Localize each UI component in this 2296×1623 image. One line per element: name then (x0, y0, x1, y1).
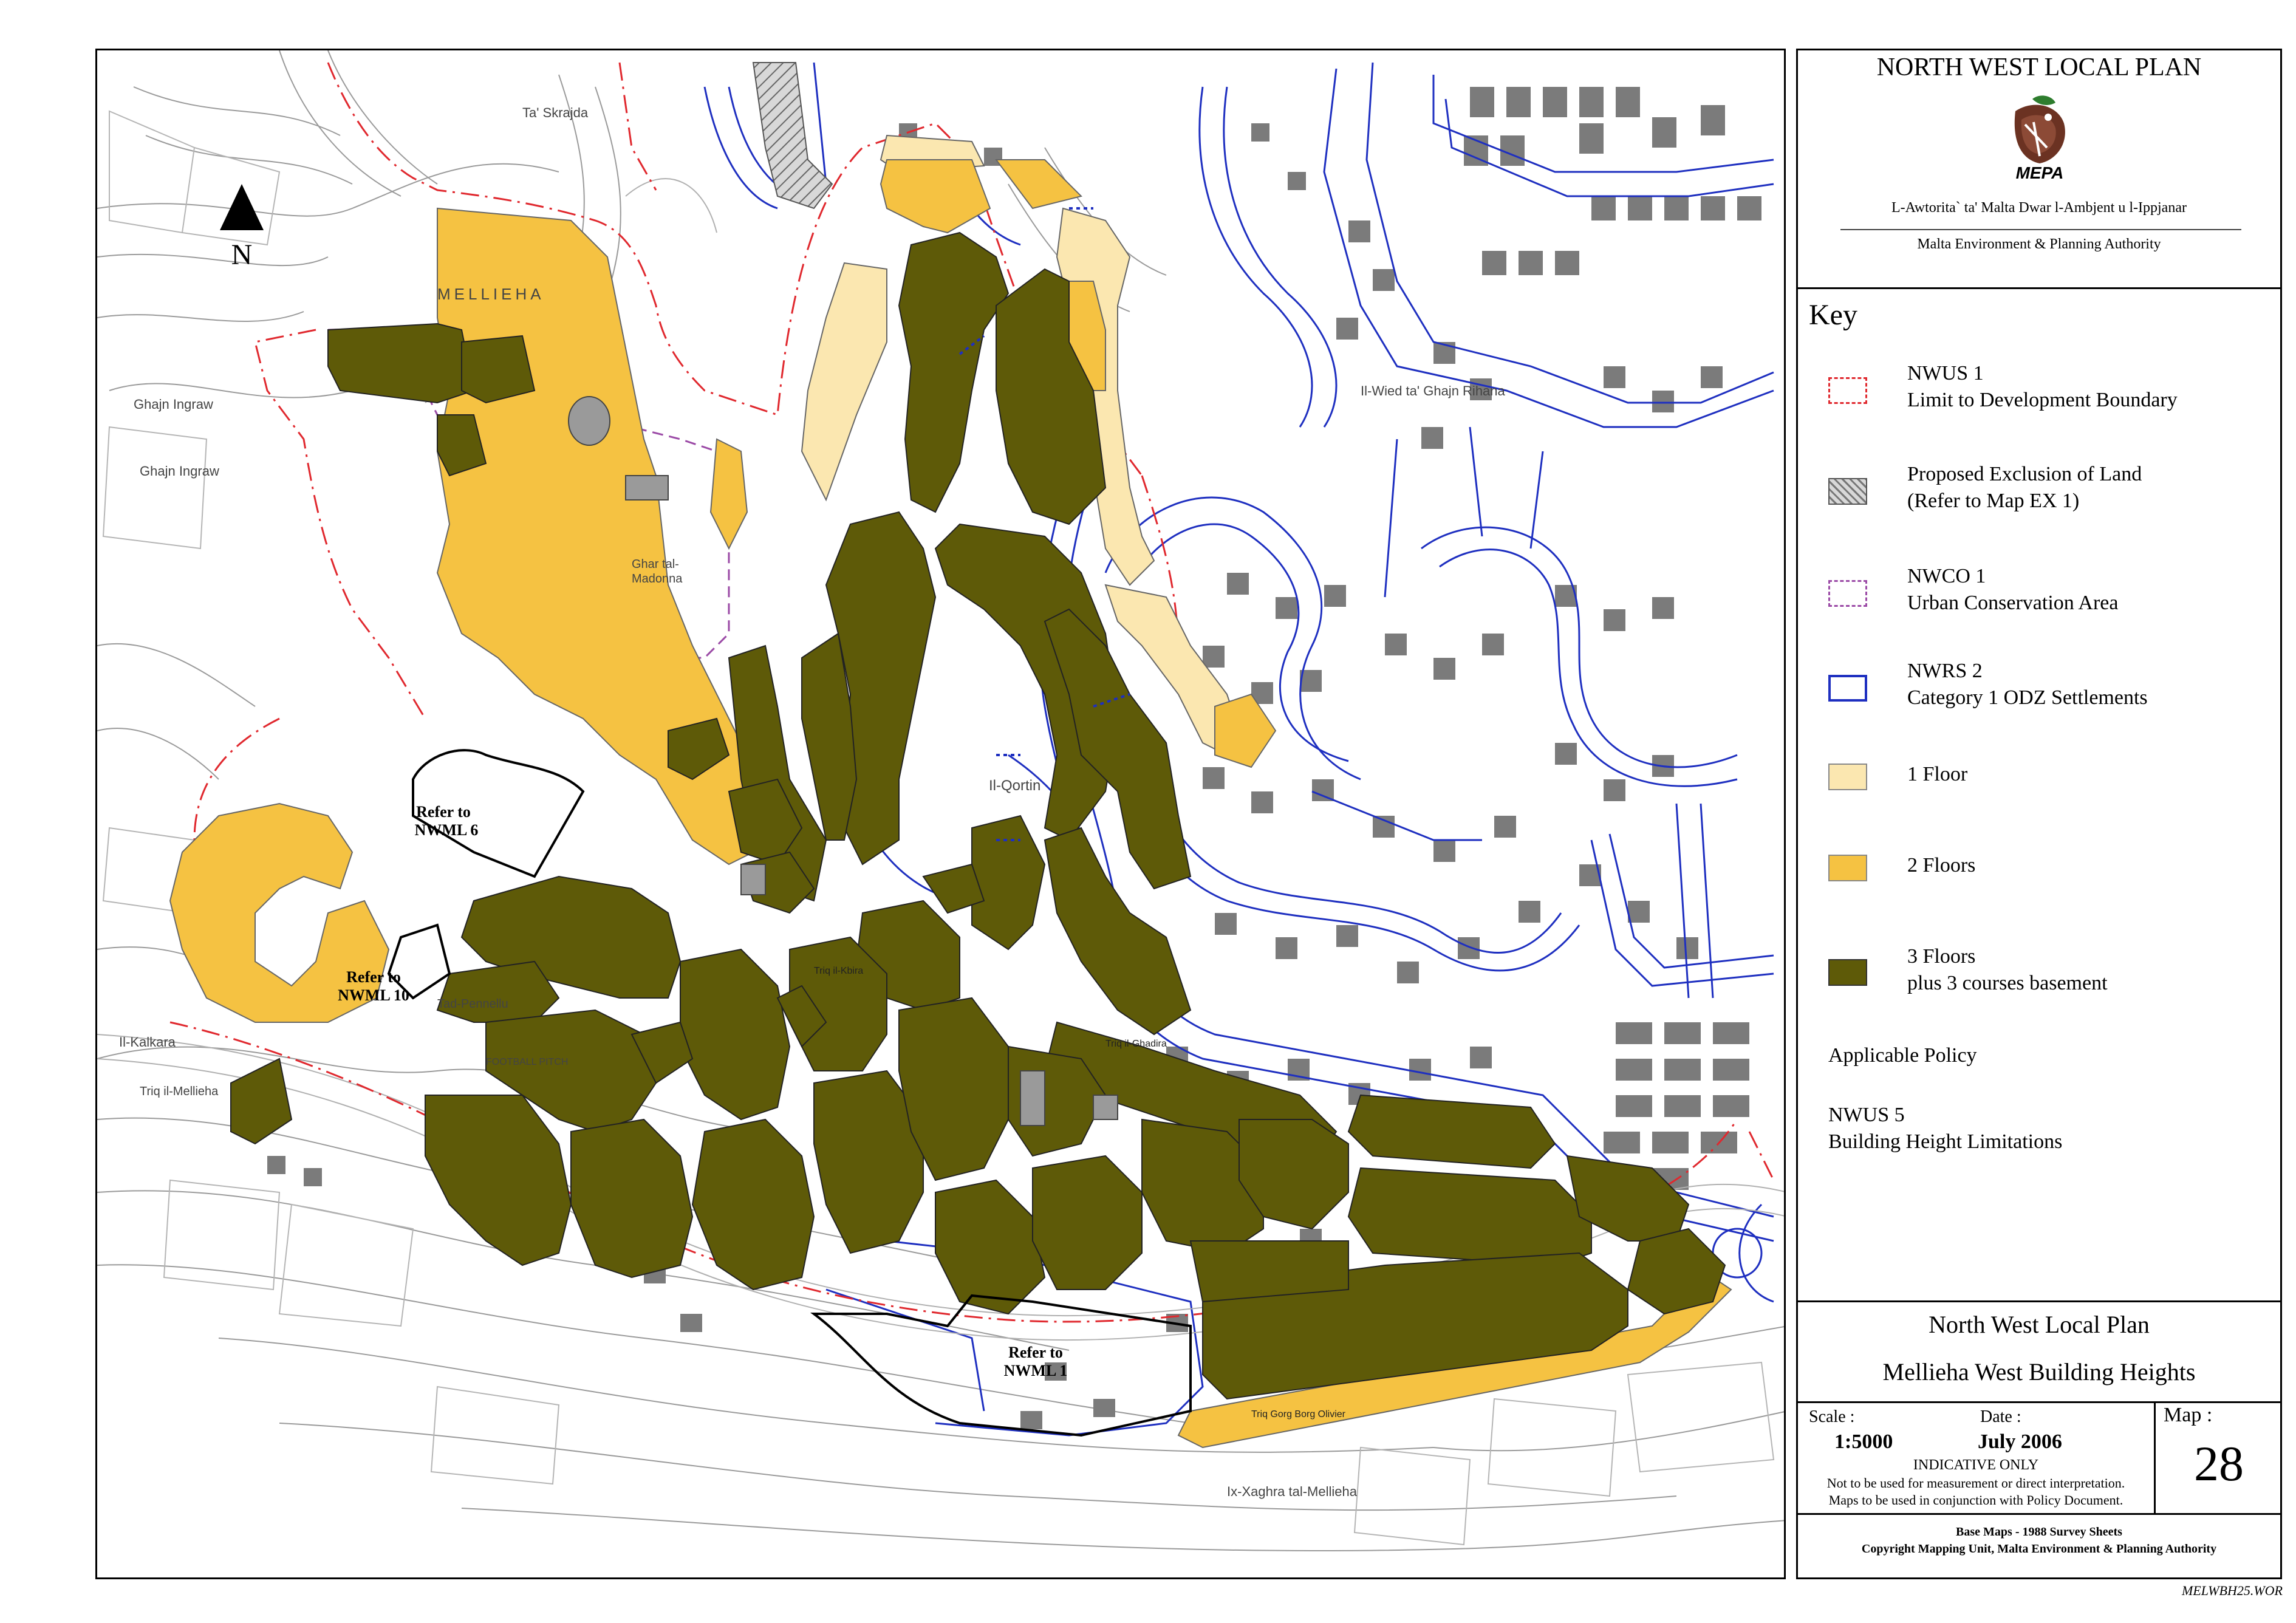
credits-line-1: Base Maps - 1988 Survey Sheets (1956, 1525, 2122, 1539)
key-label-nwco1: Urban Conservation Area (1907, 592, 2119, 614)
header-divider (1798, 287, 2280, 289)
refer-nwml-10-line2: NWML 10 (338, 986, 409, 1004)
indicative-only: INDICATIVE ONLY (1913, 1457, 2039, 1473)
key-code-nwus1: NWUS 1 (1907, 362, 1984, 384)
authority-english: Malta Environment & Planning Authority (1917, 236, 2161, 252)
label-mellieha: MELLIEHA (437, 285, 545, 303)
label-ghajn-ingraw-1: Ghajn Ingraw (134, 397, 213, 412)
label-ghar-madonna-2: Madonna (632, 572, 683, 586)
date-label: Date : (1980, 1407, 2021, 1426)
label-ghar-madonna-1: Ghar tal- (632, 558, 679, 571)
label-ghajn-ingraw-2: Ghajn Ingraw (140, 463, 219, 479)
map-number: 28 (2194, 1436, 2244, 1491)
usage-note-1: Not to be used for measurement or direct… (1826, 1475, 2125, 1491)
plan-subtitle: Mellieha West Building Heights (1882, 1358, 2196, 1386)
map-canvas: N MELLIEHA Ghar tal- Madonna Il-Qortin T… (97, 50, 1784, 1552)
label-triq-ghadira: Triq il-Ghadira (1105, 1039, 1167, 1049)
file-code: MELWBH25.WOR (2182, 1583, 2283, 1598)
label-triq-kbira: Triq il-Kbira (814, 966, 863, 976)
key-label-nwrs2: Category 1 ODZ Settlements (1907, 686, 2148, 709)
policy-heading: Applicable Policy (1828, 1044, 1977, 1067)
north-label: N (231, 239, 253, 271)
north-arrow (220, 184, 264, 230)
key-code-nwco1: NWCO 1 (1907, 565, 1986, 587)
label-ta-skrajda: Ta' Skrajda (522, 105, 589, 120)
key-code-three-floors: 3 Floors (1907, 945, 1976, 968)
header-separator (1840, 229, 2241, 230)
key-code-exclusion: Proposed Exclusion of Land (1907, 463, 2142, 485)
authority-maltese: L-Awtorita` ta' Malta Dwar l-Ambjent u l… (1891, 200, 2187, 216)
refer-nwml-1-line1: Refer to (1008, 1344, 1063, 1361)
credits-divider (1798, 1513, 2280, 1515)
label-ix-xaghra: Ix-Xaghra tal-Mellieha (1227, 1484, 1358, 1499)
date-value: July 2006 (1978, 1430, 2062, 1453)
plan-title: North West Local Plan (1929, 1311, 2150, 1338)
key-swatch-three-floors (1828, 959, 1867, 986)
credits-line-2: Copyright Mapping Unit, Malta Environmen… (1861, 1542, 2217, 1556)
key-swatch-conservation-area (1828, 580, 1867, 607)
scale-label: Scale : (1809, 1407, 1855, 1426)
label-ghajn-rihana: Il-Wied ta' Ghajn Rihana (1361, 383, 1506, 398)
key-swatch-exclusion-land (1828, 478, 1867, 505)
mepa-logo: MEPA (1997, 93, 2082, 190)
key-code-one-floor: 1 Floor (1907, 763, 1968, 785)
key-code-nwrs2: NWRS 2 (1907, 660, 1983, 682)
key-swatch-development-boundary (1828, 377, 1867, 404)
key-heading: Key (1809, 299, 1857, 331)
mepa-logo-text: MEPA (2015, 163, 2064, 182)
label-il-kalkara: Il-Kalkara (119, 1034, 176, 1050)
key-label-three-floors: plus 3 courses basement (1907, 972, 2108, 994)
policy-label: Building Height Limitations (1828, 1130, 2063, 1153)
plan-title-divider (1798, 1300, 2280, 1302)
key-label-nwus1: Limit to Development Boundary (1907, 389, 2178, 411)
refer-nwml-1-line2: NWML 1 (1004, 1362, 1068, 1379)
refer-nwml-6-line1: Refer to (416, 803, 471, 821)
key-swatch-one-floor (1828, 764, 1867, 790)
map-label: Map : (2164, 1404, 2213, 1426)
plan-header-title: NORTH WEST LOCAL PLAN (1876, 53, 2202, 81)
refer-nwml-6-line2: NWML 6 (415, 821, 479, 839)
policy-code: NWUS 5 (1828, 1104, 1905, 1126)
key-label-exclusion: (Refer to Map EX 1) (1907, 490, 2080, 512)
label-il-qortin: Il-Qortin (989, 777, 1040, 794)
usage-note-2: Maps to be used in conjunction with Poli… (1828, 1492, 2123, 1508)
key-swatch-odz-settlements (1828, 675, 1867, 702)
legend-panel: NORTH WEST LOCAL PLAN MEPA L-Awtorita` t… (1796, 49, 2282, 1579)
key-swatch-two-floors (1828, 855, 1867, 881)
label-triq-mellieha: Triq il-Mellieha (140, 1085, 219, 1098)
label-triq-gorg: Triq Gorg Borg Olivier (1251, 1409, 1346, 1420)
scale-value: 1:5000 (1834, 1430, 1893, 1453)
label-tad-pennellu: Tad-Pennellu (437, 997, 508, 1011)
info-divider (1798, 1401, 2280, 1403)
key-code-two-floors: 2 Floors (1907, 854, 1976, 876)
label-football-pitch: FOOTBALL PITCH (486, 1057, 568, 1067)
map-area[interactable]: N MELLIEHA Ghar tal- Madonna Il-Qortin T… (95, 49, 1786, 1579)
refer-nwml-10-line1: Refer to (346, 968, 401, 986)
